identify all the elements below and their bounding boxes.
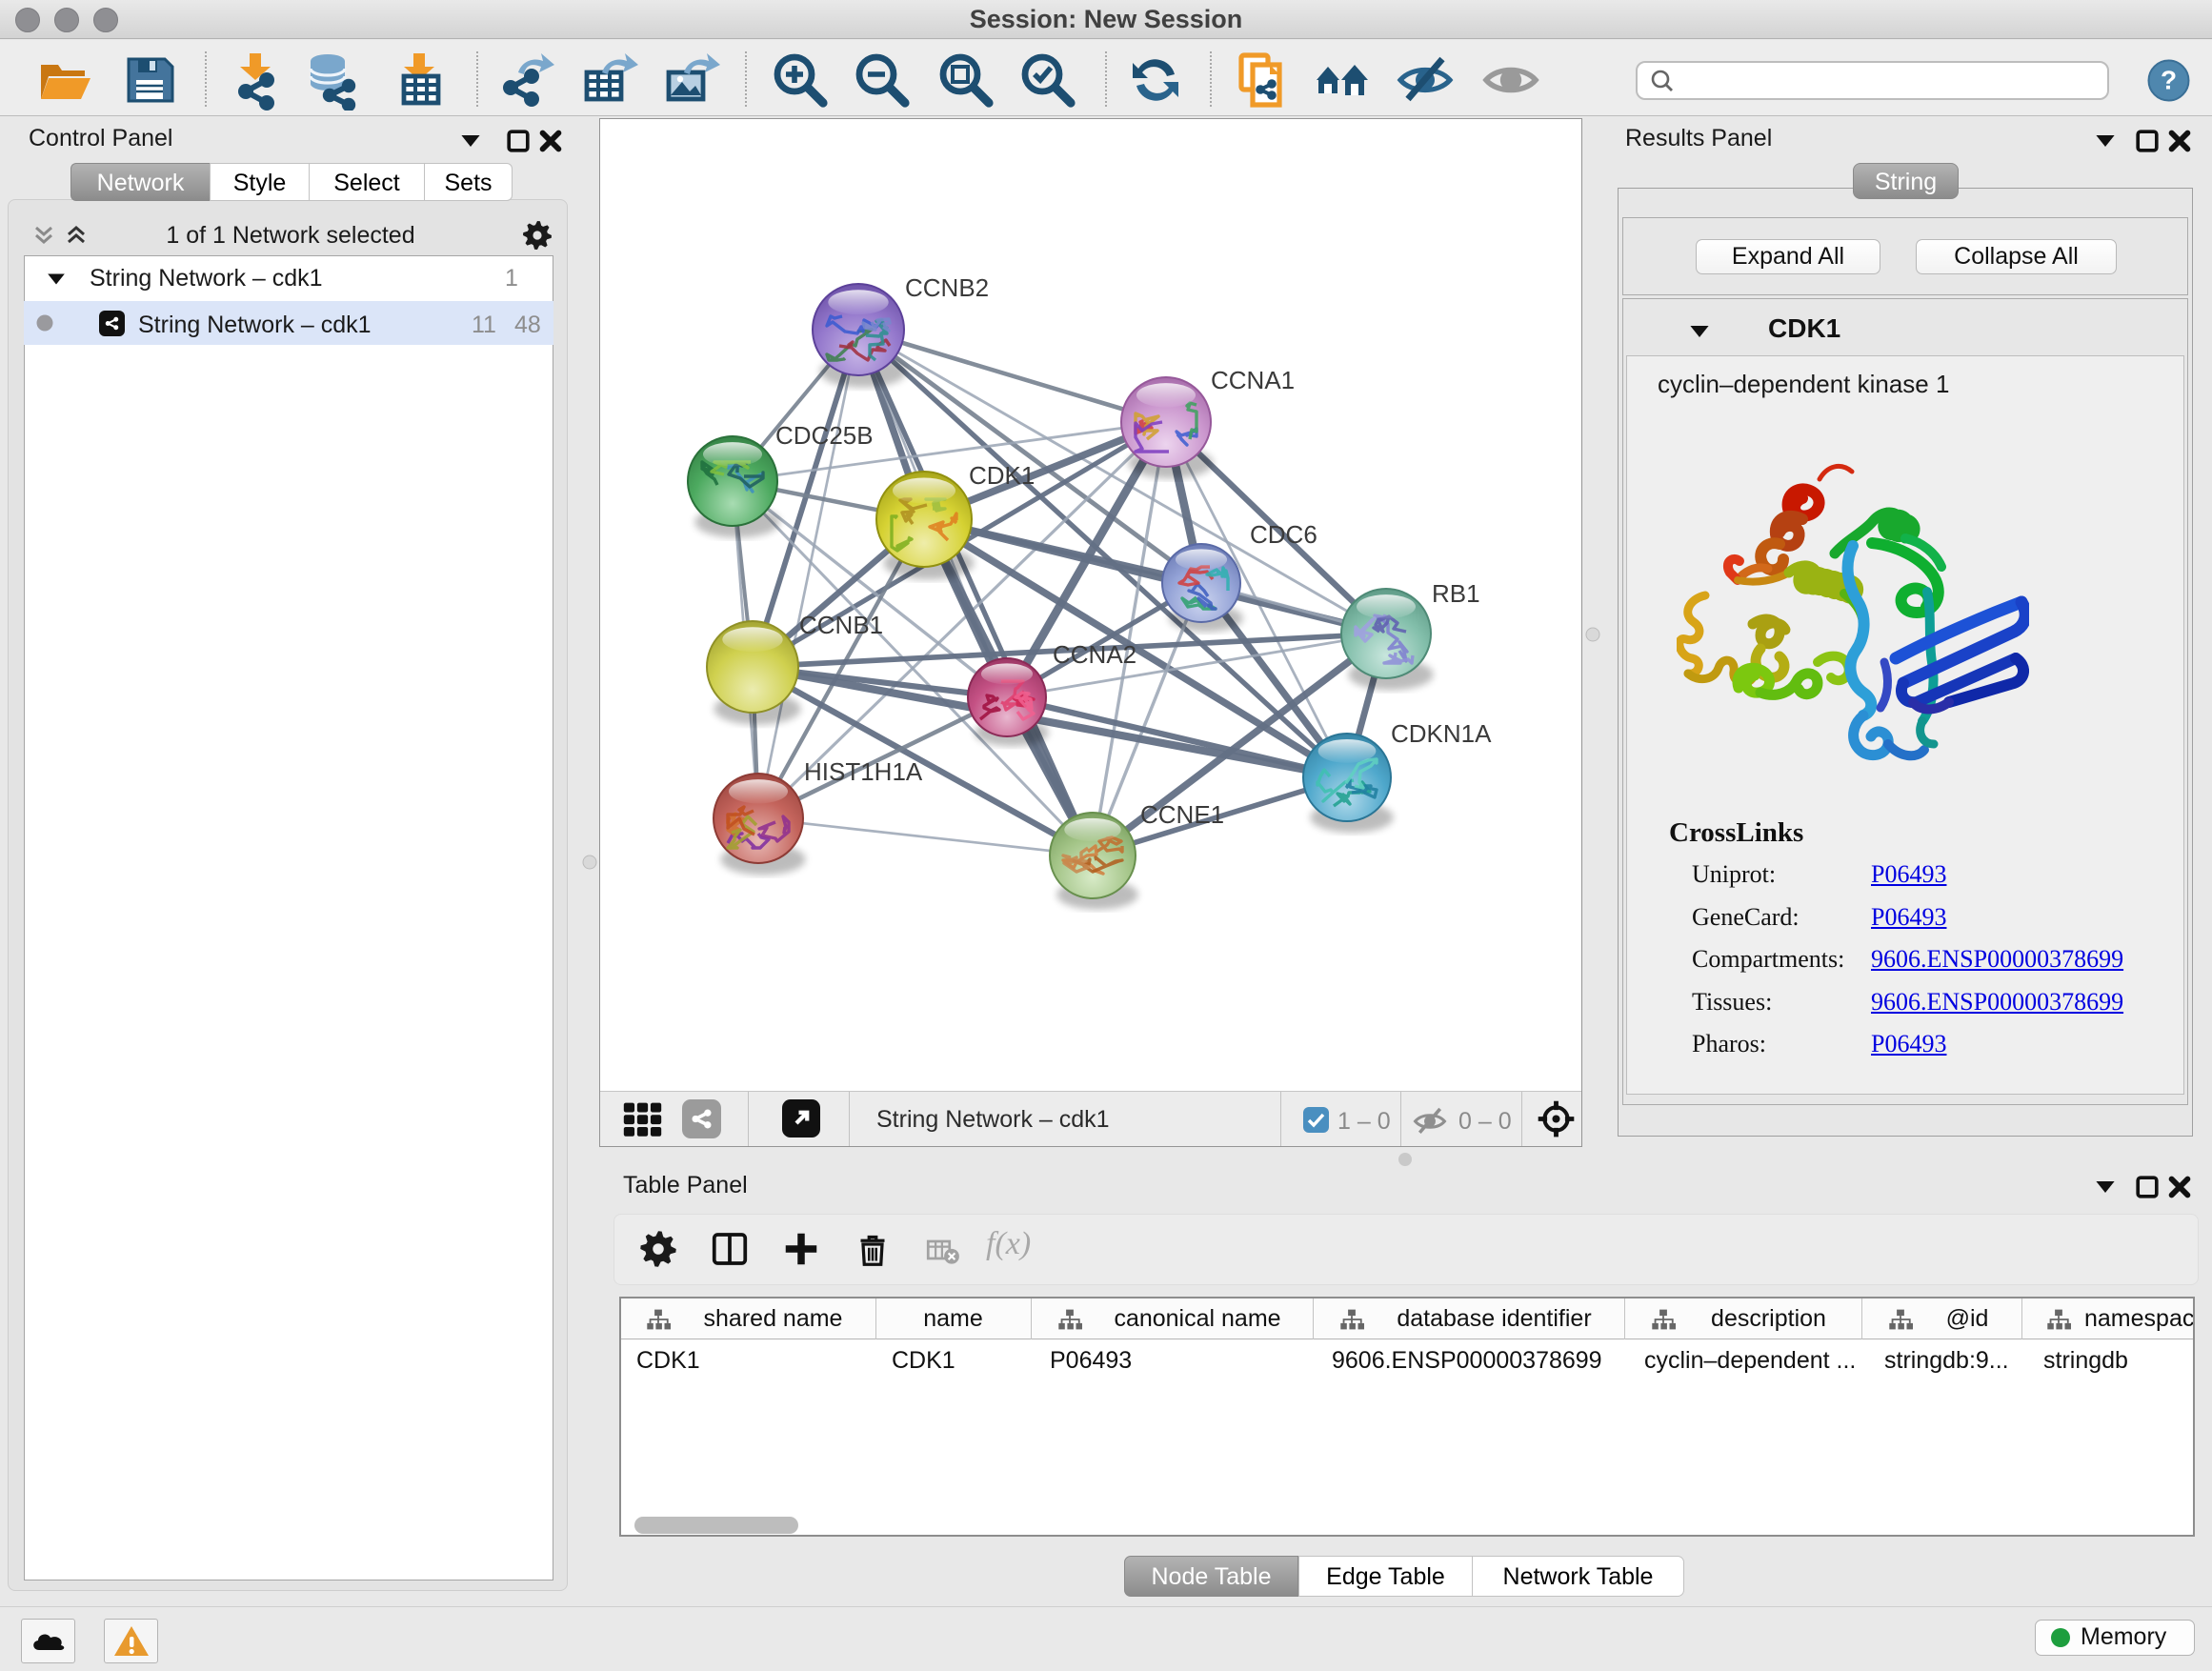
svg-text:CDKN1A: CDKN1A: [1391, 719, 1492, 748]
svg-text:CCNE1: CCNE1: [1140, 800, 1224, 829]
svg-text:?: ?: [2161, 66, 2177, 95]
svg-text:CCNA2: CCNA2: [1053, 640, 1136, 669]
svg-text:CDC25B: CDC25B: [775, 421, 874, 450]
svg-text:CCNB1: CCNB1: [799, 611, 883, 639]
svg-text:RB1: RB1: [1432, 579, 1480, 608]
svg-text:CDC6: CDC6: [1250, 520, 1317, 549]
svg-text:CDK1: CDK1: [969, 461, 1035, 490]
svg-text:CCNA1: CCNA1: [1211, 366, 1295, 394]
svg-text:HIST1H1A: HIST1H1A: [804, 757, 923, 786]
svg-text:CCNB2: CCNB2: [905, 273, 989, 302]
